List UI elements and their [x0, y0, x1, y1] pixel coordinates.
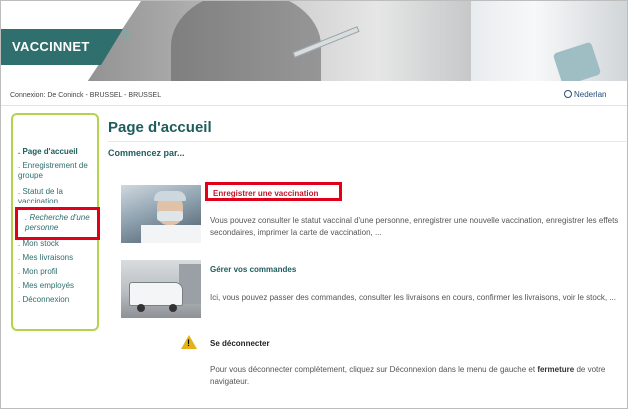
globe-icon: [564, 90, 572, 98]
page-subtitle: Commencez par...: [108, 148, 185, 158]
warning-mark: !: [187, 338, 190, 348]
vaccination-image: [121, 185, 201, 243]
logout-text-bold: fermeture: [537, 365, 575, 374]
sidebar-item-vaccination-status[interactable]: . Statut de la vaccination: [18, 187, 98, 203]
language-label[interactable]: Nederlan: [574, 90, 606, 99]
highlight-box-register-vaccination: [205, 182, 342, 201]
register-vaccination-description: Vous pouvez consulter le statut vaccinal…: [210, 216, 619, 237]
header-photo-person: [171, 1, 321, 81]
logo-mark-icon: [120, 27, 132, 42]
connection-info: Connexion: De Coninck - BRUSSEL - BRUSSE…: [10, 92, 162, 99]
title-divider: [108, 141, 627, 142]
header-banner: VACCINNET: [1, 1, 627, 81]
sidebar-item-my-employees[interactable]: . Mes employés: [18, 281, 98, 291]
orders-image: [121, 260, 201, 318]
manage-orders-description: Ici, vous pouvez passer des commandes, c…: [210, 293, 616, 302]
highlight-box-person-search: [15, 207, 100, 240]
logo[interactable]: VACCINNET: [12, 39, 90, 54]
app-frame: VACCINNET Connexion: De Coninck - BRUSSE…: [0, 0, 628, 409]
logout-text-before: Pour vous déconnecter complètement, cliq…: [210, 365, 538, 374]
sidebar-item-group-registration[interactable]: . Enregistrement de groupe: [18, 161, 98, 181]
language-switch[interactable]: Nederlan: [564, 90, 606, 99]
sidebar-item-home[interactable]: . Page d'accueil: [18, 147, 98, 157]
sidebar-item-my-stock[interactable]: . Mon stock: [18, 239, 98, 249]
logout-link[interactable]: Se déconnecter: [210, 339, 270, 348]
page-title: Page d'accueil: [108, 119, 212, 136]
manage-orders-link[interactable]: Gérer vos commandes: [210, 265, 296, 274]
sidebar-item-my-deliveries[interactable]: . Mes livraisons: [18, 253, 98, 263]
sidebar-item-logout[interactable]: . Déconnexion: [18, 295, 98, 305]
header-photo-doctor: [471, 1, 627, 81]
logout-description: Pour vous déconnecter complètement, cliq…: [210, 364, 620, 388]
sidebar-item-my-profile[interactable]: . Mon profil: [18, 267, 98, 277]
divider: [1, 105, 627, 106]
